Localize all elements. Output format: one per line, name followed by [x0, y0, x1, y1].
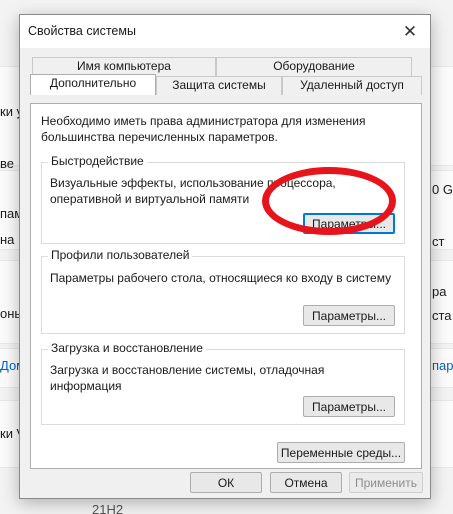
group-startup-recovery: Загрузка и восстановление Загрузка и вос… — [41, 341, 405, 425]
system-properties-dialog: Свойства системы ✕ Имя компьютера Оборуд… — [19, 14, 431, 499]
background-text-fragment: ста — [432, 308, 452, 323]
tab-remote[interactable]: Удаленный доступ — [282, 76, 422, 95]
performance-settings-button[interactable]: Параметры... — [303, 213, 395, 234]
background-version-text: 21H2 — [92, 502, 124, 514]
group-title-startup-recovery: Загрузка и восстановление — [48, 341, 206, 355]
background-text-fragment: ра — [432, 284, 447, 299]
group-title-user-profiles: Профили пользователей — [48, 248, 193, 262]
group-title-performance: Быстродействие — [48, 154, 147, 168]
close-icon[interactable]: ✕ — [390, 15, 430, 48]
user-profiles-settings-button[interactable]: Параметры... — [303, 305, 395, 326]
user-profiles-description: Параметры рабочего стола, относящиеся ко… — [50, 271, 392, 285]
startup-recovery-settings-button[interactable]: Параметры... — [303, 396, 395, 417]
admin-rights-note: Необходимо иметь права администратора дл… — [41, 114, 366, 144]
tab-advanced[interactable]: Дополнительно — [30, 74, 156, 95]
background-text-fragment: 0 GH — [432, 182, 453, 197]
performance-description: Визуальные эффекты, использование процес… — [50, 176, 336, 206]
cancel-button[interactable]: Отмена — [270, 472, 342, 493]
background-text-fragment: ве — [0, 156, 14, 171]
group-user-profiles: Профили пользователей Параметры рабочего… — [41, 248, 405, 334]
tab-hardware[interactable]: Оборудование — [216, 57, 412, 76]
background-link-fragment[interactable]: пара — [432, 358, 453, 373]
dialog-titlebar[interactable]: Свойства системы ✕ — [20, 15, 430, 48]
dialog-title: Свойства системы — [28, 24, 136, 38]
background-text-fragment: на — [0, 232, 15, 247]
background-text-fragment: ст — [432, 234, 445, 249]
startup-recovery-description: Загрузка и восстановление системы, отлад… — [50, 363, 325, 393]
tab-panel-advanced: Необходимо иметь права администратора дл… — [30, 103, 422, 469]
apply-button[interactable]: Применить — [349, 472, 423, 493]
group-performance: Быстродействие Визуальные эффекты, испол… — [41, 154, 405, 244]
environment-variables-button[interactable]: Переменные среды... — [277, 442, 405, 463]
tab-system-protection[interactable]: Защита системы — [156, 76, 282, 95]
ok-button[interactable]: ОК — [190, 472, 262, 493]
